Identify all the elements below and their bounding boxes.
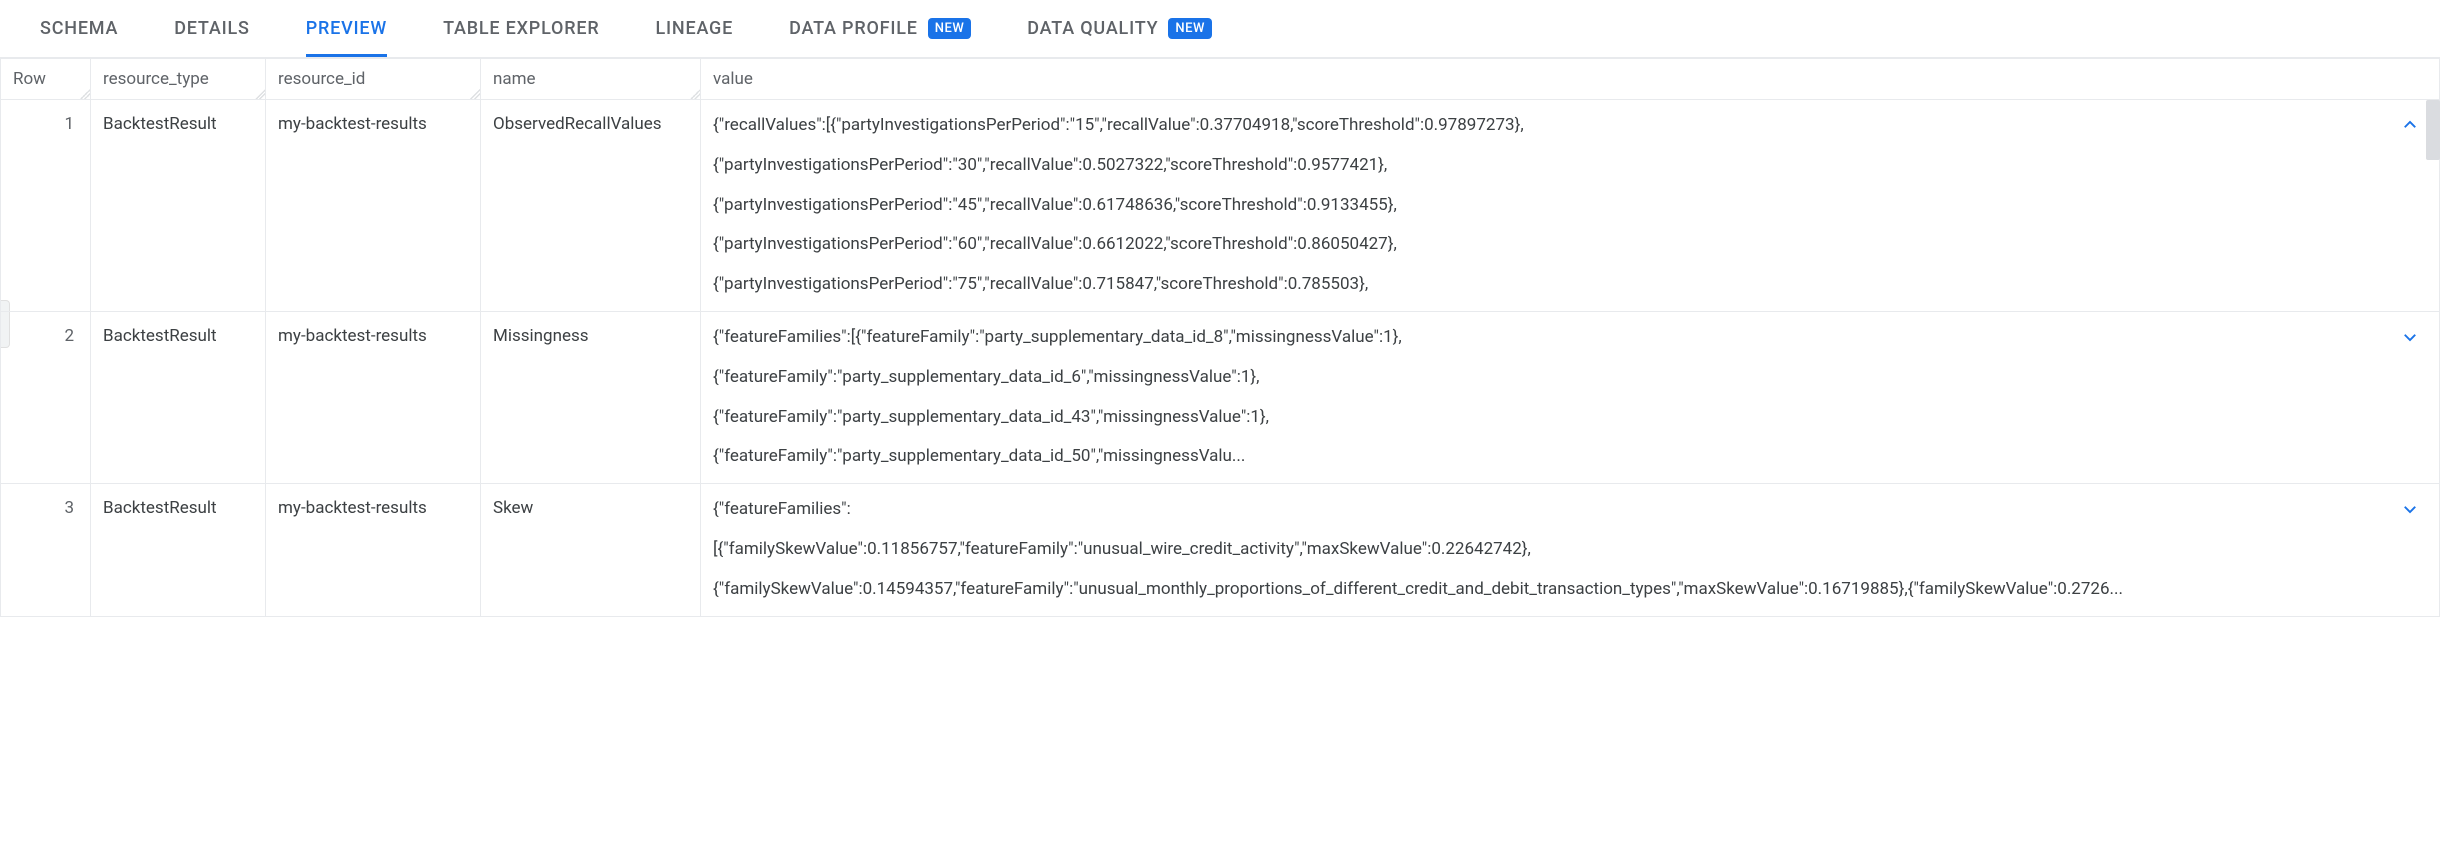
new-badge: NEW — [928, 18, 972, 39]
column-resize-handle[interactable] — [690, 89, 700, 99]
cell-resource-type: BacktestResult — [91, 484, 266, 616]
column-header-resource-type[interactable]: resource_type — [91, 59, 266, 100]
value-line: {"featureFamily":"party_supplementary_da… — [713, 445, 2389, 469]
chevron-up-icon[interactable] — [2399, 114, 2421, 136]
value-line: {"featureFamily":"party_supplementary_da… — [713, 366, 2389, 390]
tab-details[interactable]: DETAILS — [174, 0, 250, 57]
tab-data-profile[interactable]: DATA PROFILE NEW — [789, 0, 971, 57]
value-line: [{"familySkewValue":0.11856757,"featureF… — [713, 538, 2389, 562]
tab-label: LINEAGE — [655, 18, 733, 39]
tab-bar: SCHEMA DETAILS PREVIEW TABLE EXPLORER LI… — [0, 0, 2440, 58]
tab-label: TABLE EXPLORER — [443, 18, 599, 39]
header-label: resource_id — [278, 69, 365, 89]
cell-value: {"recallValues":[{"partyInvestigationsPe… — [701, 100, 2440, 312]
cell-value: {"featureFamilies":[{"featureFamily":"pa… — [701, 311, 2440, 483]
chevron-down-icon[interactable] — [2399, 326, 2421, 348]
table-row: 2BacktestResultmy-backtest-resultsMissin… — [1, 311, 2440, 483]
tab-label: SCHEMA — [40, 18, 118, 39]
value-line: {"partyInvestigationsPerPeriod":"45","re… — [713, 194, 2389, 218]
cell-resource-id: my-backtest-results — [266, 484, 481, 616]
tab-schema[interactable]: SCHEMA — [40, 0, 118, 57]
cell-resource-id: my-backtest-results — [266, 311, 481, 483]
tab-label: DETAILS — [174, 18, 250, 39]
cell-resource-id: my-backtest-results — [266, 100, 481, 312]
value-line: {"partyInvestigationsPerPeriod":"30","re… — [713, 154, 2389, 178]
value-line: {"featureFamilies": — [713, 498, 2389, 522]
table-row: 3BacktestResultmy-backtest-resultsSkew{"… — [1, 484, 2440, 616]
header-label: resource_type — [103, 69, 209, 89]
preview-table: Row resource_type resource_id name — [0, 58, 2440, 617]
value-line: {"familySkewValue":0.14594357,"featureFa… — [713, 578, 2389, 602]
header-label: Row — [13, 69, 46, 89]
value-line: {"partyInvestigationsPerPeriod":"60","re… — [713, 233, 2389, 257]
row-number: 2 — [1, 311, 91, 483]
tab-lineage[interactable]: LINEAGE — [655, 0, 733, 57]
header-label: name — [493, 69, 536, 89]
column-header-row[interactable]: Row — [1, 59, 91, 100]
tab-label: PREVIEW — [306, 18, 387, 39]
cell-value: {"featureFamilies": [{"familySkewValue":0… — [701, 484, 2440, 616]
value-line: {"recallValues":[{"partyInvestigationsPe… — [713, 114, 2389, 138]
column-resize-handle[interactable] — [80, 89, 90, 99]
value-line: {"featureFamily":"party_supplementary_da… — [713, 406, 2389, 430]
row-number: 1 — [1, 100, 91, 312]
column-resize-handle[interactable] — [255, 89, 265, 99]
tab-label: DATA QUALITY — [1027, 18, 1158, 39]
row-number: 3 — [1, 484, 91, 616]
value-line: {"featureFamilies":[{"featureFamily":"pa… — [713, 326, 2389, 350]
column-header-value[interactable]: value — [701, 59, 2440, 100]
preview-table-wrap: Row resource_type resource_id name — [0, 58, 2440, 617]
tab-data-quality[interactable]: DATA QUALITY NEW — [1027, 0, 1212, 57]
cell-resource-type: BacktestResult — [91, 100, 266, 312]
tab-preview[interactable]: PREVIEW — [306, 0, 387, 57]
chevron-down-icon[interactable] — [2399, 498, 2421, 520]
tab-label: DATA PROFILE — [789, 18, 918, 39]
header-label: value — [713, 69, 753, 89]
column-resize-handle[interactable] — [470, 89, 480, 99]
cell-name: Skew — [481, 484, 701, 616]
table-row: 1BacktestResultmy-backtest-resultsObserv… — [1, 100, 2440, 312]
cell-name: ObservedRecallValues — [481, 100, 701, 312]
value-line: {"partyInvestigationsPerPeriod":"75","re… — [713, 273, 2389, 297]
column-header-resource-id[interactable]: resource_id — [266, 59, 481, 100]
tab-table-explorer[interactable]: TABLE EXPLORER — [443, 0, 599, 57]
column-header-name[interactable]: name — [481, 59, 701, 100]
cell-resource-type: BacktestResult — [91, 311, 266, 483]
cell-name: Missingness — [481, 311, 701, 483]
new-badge: NEW — [1168, 18, 1212, 39]
